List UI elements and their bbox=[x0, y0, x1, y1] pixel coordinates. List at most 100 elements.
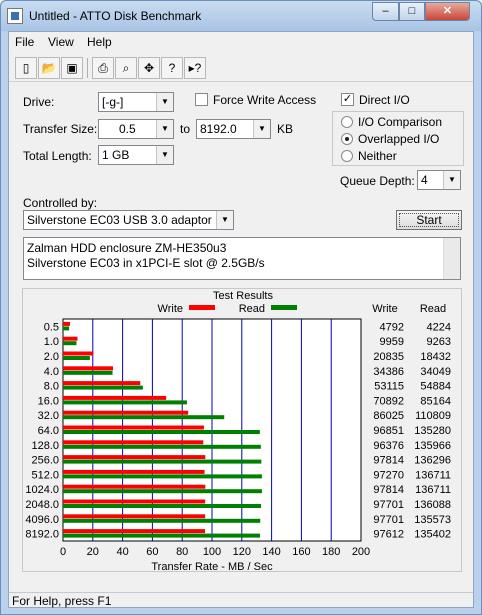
overlapped-io-label: Overlapped I/O bbox=[358, 132, 440, 146]
toolbar: ▯ 📂 ▣ ⎙ ⌕ ✥ ? ▸? bbox=[9, 54, 473, 82]
legend-read-swatch bbox=[271, 305, 297, 310]
minimize-button[interactable]: – bbox=[372, 2, 399, 21]
force-write-label: Force Write Access bbox=[213, 93, 317, 107]
to-label: to bbox=[180, 122, 191, 136]
read-value: 135280 bbox=[414, 425, 451, 437]
read-bar bbox=[63, 370, 113, 375]
x-axis-label: Transfer Rate - MB / Sec bbox=[151, 561, 273, 573]
y-tick-label: 2.0 bbox=[44, 351, 59, 363]
menu-view[interactable]: View bbox=[48, 35, 74, 49]
legend-write-swatch bbox=[189, 305, 215, 310]
write-bar bbox=[63, 425, 204, 430]
drive-select[interactable]: [-g-] ▼ bbox=[98, 92, 174, 112]
print-preview-icon[interactable]: ⌕ bbox=[115, 57, 137, 79]
write-column-header: Write bbox=[372, 303, 397, 315]
write-value: 97701 bbox=[373, 514, 404, 526]
total-length-select[interactable]: 1 GB ▼ bbox=[98, 145, 174, 165]
x-tick-label: 200 bbox=[352, 546, 370, 558]
vertical-scrollbar[interactable] bbox=[443, 238, 460, 279]
context-help-icon[interactable]: ▸? bbox=[184, 57, 206, 79]
help-icon[interactable]: ? bbox=[161, 57, 183, 79]
read-value: 18432 bbox=[420, 351, 451, 363]
transfer-size-label: Transfer Size: bbox=[23, 122, 98, 136]
print-icon[interactable]: ⎙ bbox=[92, 57, 114, 79]
description-textbox[interactable]: Zalman HDD enclosure ZM-HE350u3 Silverst… bbox=[23, 237, 461, 280]
y-tick-label: 4.0 bbox=[44, 366, 59, 378]
write-value: 96376 bbox=[373, 440, 404, 452]
queue-depth-label: Queue Depth: bbox=[340, 174, 415, 188]
read-value: 136711 bbox=[415, 484, 451, 496]
close-button[interactable]: ✕ bbox=[425, 2, 470, 21]
io-comparison-radio[interactable] bbox=[341, 116, 353, 128]
x-tick-label: 120 bbox=[233, 546, 251, 558]
overlapped-io-radio[interactable] bbox=[341, 133, 353, 145]
write-bar bbox=[63, 484, 206, 489]
read-value: 136088 bbox=[414, 499, 451, 511]
open-icon[interactable]: 📂 bbox=[38, 57, 60, 79]
description-line: Zalman HDD enclosure ZM-HE350u3 bbox=[27, 241, 227, 255]
neither-radio[interactable] bbox=[341, 150, 353, 162]
write-bar bbox=[63, 366, 114, 371]
write-bar bbox=[63, 529, 206, 534]
title-bar[interactable]: Untitled - ATTO Disk Benchmark – □ ✕ bbox=[1, 1, 481, 31]
write-bar bbox=[63, 469, 205, 474]
read-value: 136711 bbox=[415, 469, 451, 481]
y-tick-label: 512.0 bbox=[31, 469, 59, 481]
read-column-header: Read bbox=[420, 303, 446, 315]
queue-depth-select[interactable]: 4 ▼ bbox=[417, 170, 461, 190]
y-tick-label: 0.5 bbox=[44, 321, 59, 333]
legend-read-label: Read bbox=[239, 303, 265, 315]
status-bar: For Help, press F1 bbox=[9, 592, 473, 608]
read-bar bbox=[63, 533, 261, 538]
description-line: Silverstone EC03 in x1PCI-E slot @ 2.5GB… bbox=[27, 256, 265, 270]
write-value: 53115 bbox=[374, 381, 404, 393]
force-write-checkbox[interactable] bbox=[195, 93, 208, 106]
y-tick-label: 2048.0 bbox=[25, 499, 59, 511]
read-bar bbox=[63, 474, 262, 479]
direct-io-label: Direct I/O bbox=[359, 93, 410, 107]
read-bar bbox=[63, 504, 262, 508]
read-bar bbox=[63, 341, 77, 346]
new-icon[interactable]: ▯ bbox=[15, 57, 37, 79]
read-bar bbox=[63, 400, 187, 405]
controlled-by-select[interactable]: Silverstone EC03 USB 3.0 adaptor ▼ bbox=[23, 210, 234, 230]
toolbar-separator bbox=[87, 58, 88, 78]
write-bar bbox=[63, 336, 78, 341]
save-icon[interactable]: ▣ bbox=[61, 57, 83, 79]
menu-help[interactable]: Help bbox=[87, 35, 112, 49]
write-value: 4792 bbox=[380, 321, 404, 333]
app-icon bbox=[7, 8, 23, 24]
read-value: 110809 bbox=[415, 410, 451, 422]
read-value: 135573 bbox=[414, 514, 451, 526]
y-tick-label: 8.0 bbox=[44, 381, 59, 393]
y-tick-label: 64.0 bbox=[38, 425, 59, 437]
write-bar bbox=[63, 499, 206, 504]
y-tick-label: 32.0 bbox=[38, 410, 59, 422]
x-tick-label: 0 bbox=[60, 546, 66, 558]
x-tick-label: 80 bbox=[176, 546, 188, 558]
direct-io-checkbox[interactable]: ✓ bbox=[341, 93, 354, 106]
controlled-by-label: Controlled by: bbox=[23, 196, 98, 210]
y-tick-label: 1.0 bbox=[44, 336, 59, 348]
maximize-button[interactable]: □ bbox=[399, 2, 425, 21]
legend-write-label: Write bbox=[158, 303, 183, 315]
read-value: 136296 bbox=[414, 455, 451, 467]
chevron-down-icon: ▼ bbox=[156, 93, 173, 111]
write-bar bbox=[63, 514, 206, 519]
client-area: File View Help ▯ 📂 ▣ ⎙ ⌕ ✥ ? ▸? Drive: [… bbox=[8, 31, 474, 608]
read-value: 4224 bbox=[427, 321, 451, 333]
move-icon[interactable]: ✥ bbox=[138, 57, 160, 79]
drive-label: Drive: bbox=[23, 95, 55, 109]
transfer-size-to-select[interactable]: 8192.0 ▼ bbox=[196, 119, 271, 139]
write-value: 34386 bbox=[373, 366, 404, 378]
y-tick-label: 8192.0 bbox=[25, 529, 59, 541]
write-bar bbox=[63, 455, 206, 460]
window-title: Untitled - ATTO Disk Benchmark bbox=[29, 9, 202, 23]
menu-file[interactable]: File bbox=[15, 35, 34, 49]
x-tick-label: 100 bbox=[203, 546, 221, 558]
write-value: 86025 bbox=[373, 410, 404, 422]
start-button[interactable]: Start bbox=[396, 210, 462, 230]
transfer-size-from-select[interactable]: 0.5 ▼ bbox=[98, 119, 174, 139]
unit-label: KB bbox=[277, 122, 294, 136]
x-tick-label: 140 bbox=[262, 546, 280, 558]
